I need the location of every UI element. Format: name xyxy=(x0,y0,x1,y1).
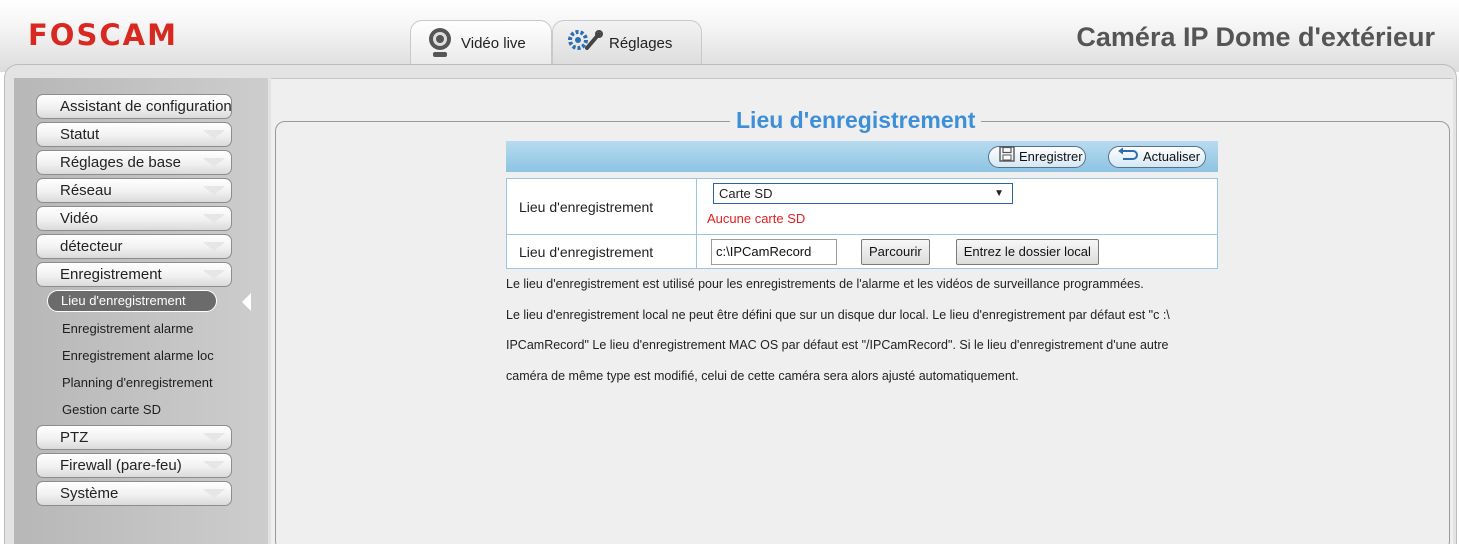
chevron-down-icon xyxy=(203,242,225,251)
chevron-down-icon xyxy=(203,489,225,498)
local-folder-button[interactable]: Entrez le dossier local xyxy=(955,238,1099,265)
sidebar-subitem-label: Lieu d'enregistrement xyxy=(61,293,186,308)
help-note-line: IPCamRecord" Le lieu d'enregistrement MA… xyxy=(506,338,1169,352)
sidebar-item-status[interactable]: Statut xyxy=(36,122,232,147)
sidebar-item-ptz[interactable]: PTZ xyxy=(36,425,232,450)
sidebar-item-setup-wizard[interactable]: Assistant de configuration xyxy=(36,94,232,119)
sidebar-item-firewall[interactable]: Firewall (pare-feu) xyxy=(36,453,232,478)
sidebar-item-label: Statut xyxy=(60,126,100,143)
tab-video-live[interactable]: Vidéo live xyxy=(410,20,552,66)
browse-button[interactable]: Parcourir xyxy=(861,238,930,265)
local-path-input[interactable] xyxy=(711,238,837,265)
camera-model-title: Caméra IP Dome d'extérieur xyxy=(1076,22,1435,52)
sidebar-subitem-sd-card-management[interactable]: Gestion carte SD xyxy=(62,402,161,417)
section-title: Lieu d'enregistrement xyxy=(730,107,982,134)
no-sd-card-error: Aucune carte SD xyxy=(707,211,806,226)
sidebar-item-label: Vidéo xyxy=(60,210,99,227)
chevron-down-icon xyxy=(203,214,225,223)
refresh-button-label: Actualiser xyxy=(1143,149,1201,164)
foscam-logo: FOSCAM xyxy=(28,18,178,52)
sidebar-item-video[interactable]: Vidéo xyxy=(36,206,232,231)
chevron-down-icon xyxy=(203,130,225,139)
chevron-down-icon xyxy=(203,186,225,195)
refresh-button[interactable]: Actualiser xyxy=(1108,146,1206,168)
sidebar-item-system[interactable]: Système xyxy=(36,481,232,506)
webcam-icon xyxy=(425,26,455,62)
save-button[interactable]: Enregistrer xyxy=(988,146,1086,168)
sidebar-item-label: Firewall (pare-feu) xyxy=(60,457,182,474)
sidebar-subitem-recording-location[interactable]: Lieu d'enregistrement xyxy=(47,290,217,312)
chevron-down-icon xyxy=(203,461,225,470)
dropdown-caret-icon: ▼ xyxy=(994,188,1004,199)
sidebar-item-label: PTZ xyxy=(60,429,89,446)
chevron-down-icon xyxy=(203,158,225,167)
sidebar-item-label: Assistant de configuration xyxy=(60,98,232,115)
sidebar-item-label: Réglages de base xyxy=(60,154,181,171)
help-notes: Le lieu d'enregistrement est utilisé pou… xyxy=(506,269,1226,391)
chevron-down-icon xyxy=(203,433,225,442)
gears-wrench-icon xyxy=(567,28,603,60)
help-note-line: Le lieu d'enregistrement local ne peut ê… xyxy=(506,307,1170,322)
action-toolbar: Enregistrer Actualiser xyxy=(506,141,1218,172)
form-row-storage: Lieu d'enregistrement Carte SD ▼ Aucune … xyxy=(506,178,1218,235)
sidebar-item-label: détecteur xyxy=(60,238,123,255)
chevron-down-icon xyxy=(203,270,225,279)
select-value: Carte SD xyxy=(719,186,773,201)
sidebar-item-label: Enregistrement xyxy=(60,266,162,283)
sidebar-item-detector[interactable]: détecteur xyxy=(36,234,232,259)
header: FOSCAM Caméra IP Dome d'extérieur Vidéo … xyxy=(0,0,1459,72)
sidebar-item-label: Système xyxy=(60,485,119,502)
floppy-disk-icon xyxy=(999,146,1015,168)
storage-location-label: Lieu d'enregistrement xyxy=(506,178,697,235)
save-button-label: Enregistrer xyxy=(1019,149,1083,164)
tab-settings[interactable]: Réglages xyxy=(552,20,702,66)
tab-settings-label: Réglages xyxy=(609,35,673,52)
sidebar-item-network[interactable]: Réseau xyxy=(36,178,232,203)
local-path-cell: Parcourir Entrez le dossier local xyxy=(696,234,1218,269)
sidebar-subitem-alarm-recording[interactable]: Enregistrement alarme xyxy=(62,321,194,336)
storage-location-cell: Carte SD ▼ Aucune carte SD xyxy=(696,178,1218,235)
refresh-arrow-icon xyxy=(1117,147,1139,167)
sidebar-item-recording[interactable]: Enregistrement xyxy=(36,262,232,287)
local-path-label: Lieu d'enregistrement xyxy=(506,234,697,269)
sidebar-item-basic-settings[interactable]: Réglages de base xyxy=(36,150,232,175)
tab-video-live-label: Vidéo live xyxy=(461,35,526,52)
sidebar-item-label: Réseau xyxy=(60,182,112,199)
active-indicator-arrow xyxy=(242,293,251,311)
sidebar-subitem-local-alarm-recording[interactable]: Enregistrement alarme loc xyxy=(62,348,214,363)
sidebar-subitem-recording-schedule[interactable]: Planning d'enregistrement xyxy=(62,375,213,390)
help-note-line: Le lieu d'enregistrement est utilisé pou… xyxy=(506,277,1144,291)
storage-location-select[interactable]: Carte SD ▼ xyxy=(713,183,1013,204)
recording-location-form: Lieu d'enregistrement Carte SD ▼ Aucune … xyxy=(506,178,1218,269)
form-row-local-path: Lieu d'enregistrement Parcourir Entrez l… xyxy=(506,234,1218,269)
help-note-line: caméra de même type est modifié, celui d… xyxy=(506,368,1019,383)
